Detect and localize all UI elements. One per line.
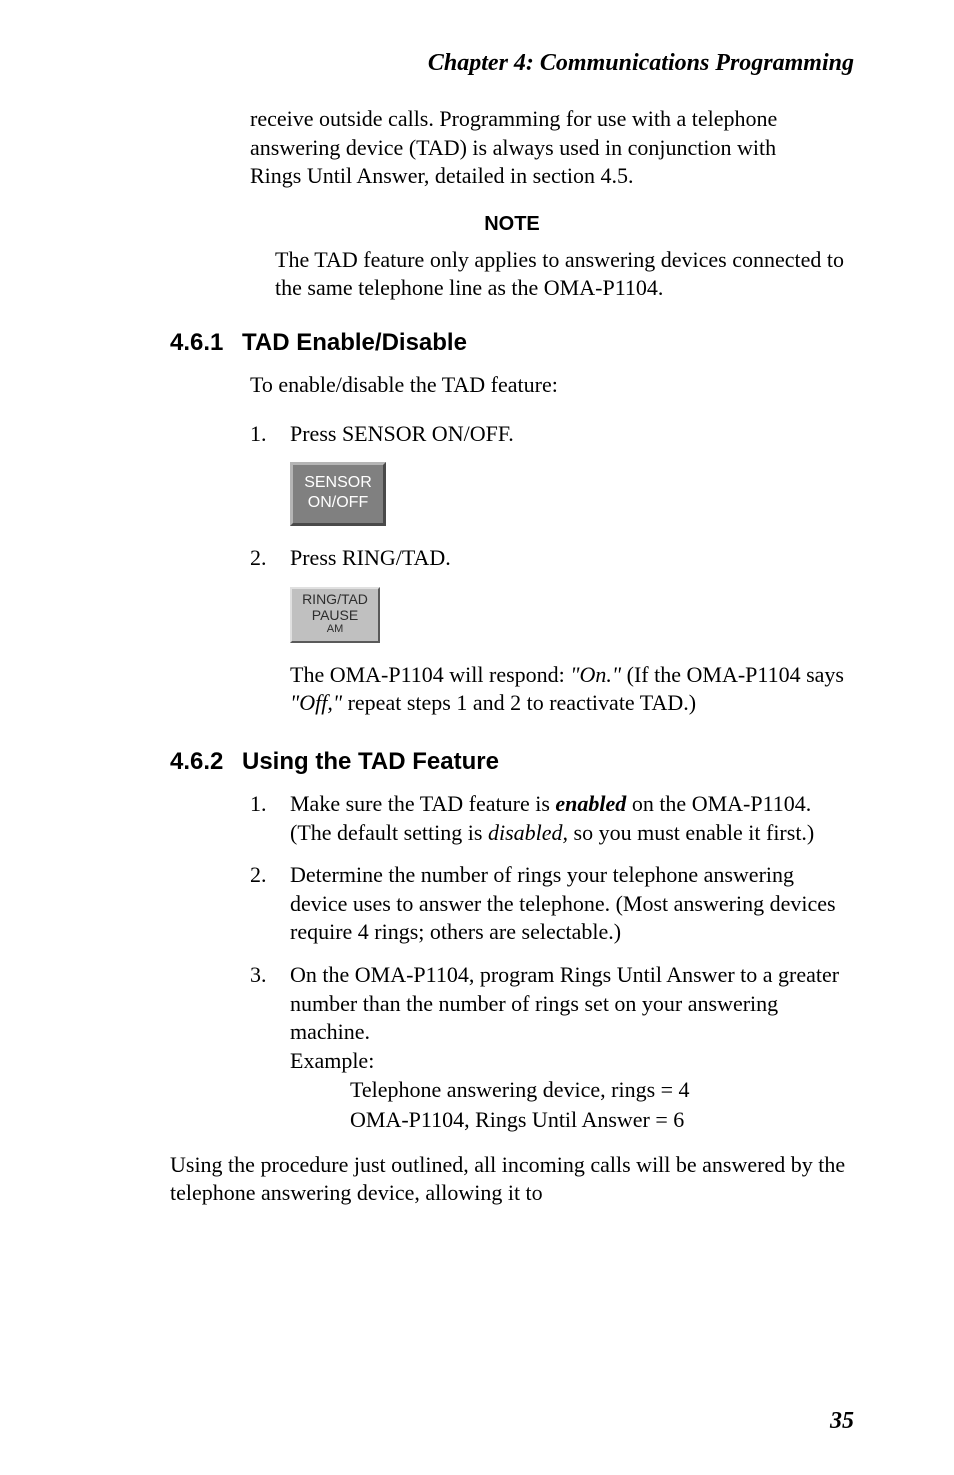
step-text: Press RING/TAD. bbox=[290, 544, 854, 573]
step-number: 1. bbox=[250, 420, 290, 449]
step-number: 2. bbox=[250, 544, 290, 573]
step-number: 3. bbox=[250, 961, 290, 1135]
note-body: The TAD feature only applies to answerin… bbox=[275, 246, 854, 303]
step-text: Press SENSOR ON/OFF. bbox=[290, 420, 854, 449]
section-intro: To enable/disable the TAD feature: bbox=[250, 371, 854, 400]
button-label-line3: AM bbox=[292, 623, 378, 635]
sensor-onoff-button: SENSOR ON/OFF bbox=[290, 462, 386, 526]
step-text: Make sure the TAD feature is enabled on … bbox=[290, 790, 854, 847]
step-number: 1. bbox=[250, 790, 290, 847]
section-title: Using the TAD Feature bbox=[242, 748, 499, 775]
note-heading: NOTE bbox=[170, 213, 854, 236]
button-label-line1: SENSOR bbox=[293, 473, 383, 493]
step-text: Determine the number of rings your telep… bbox=[290, 861, 854, 947]
example-label: Example: bbox=[290, 1047, 854, 1076]
ring-tad-button: RING/TAD PAUSE AM bbox=[290, 587, 380, 643]
closing-paragraph: Using the procedure just outlined, all i… bbox=[170, 1151, 854, 1208]
step-text: On the OMA-P1104, program Rings Until An… bbox=[290, 961, 854, 1135]
step-number: 2. bbox=[250, 861, 290, 947]
intro-paragraph: receive outside calls. Programming for u… bbox=[170, 105, 854, 191]
example-line: OMA-P1104, Rings Until Answer = 6 bbox=[290, 1105, 854, 1135]
section-title: TAD Enable/Disable bbox=[242, 329, 467, 356]
section-heading-461: 4.6.1TAD Enable/Disable bbox=[170, 329, 854, 357]
page-number: 35 bbox=[830, 1408, 854, 1435]
section-number: 4.6.2 bbox=[170, 748, 242, 776]
section-number: 4.6.1 bbox=[170, 329, 242, 357]
chapter-title: Chapter 4: Communications Programming bbox=[170, 50, 854, 77]
button-label-line2: ON/OFF bbox=[293, 493, 383, 513]
example-line: Telephone answering device, rings = 4 bbox=[290, 1075, 854, 1105]
response-text: The OMA-P1104 will respond: "On." (If th… bbox=[290, 661, 854, 718]
button-label-line2: PAUSE bbox=[292, 607, 378, 623]
button-label-line1: RING/TAD bbox=[292, 591, 378, 607]
section-heading-462: 4.6.2Using the TAD Feature bbox=[170, 748, 854, 776]
